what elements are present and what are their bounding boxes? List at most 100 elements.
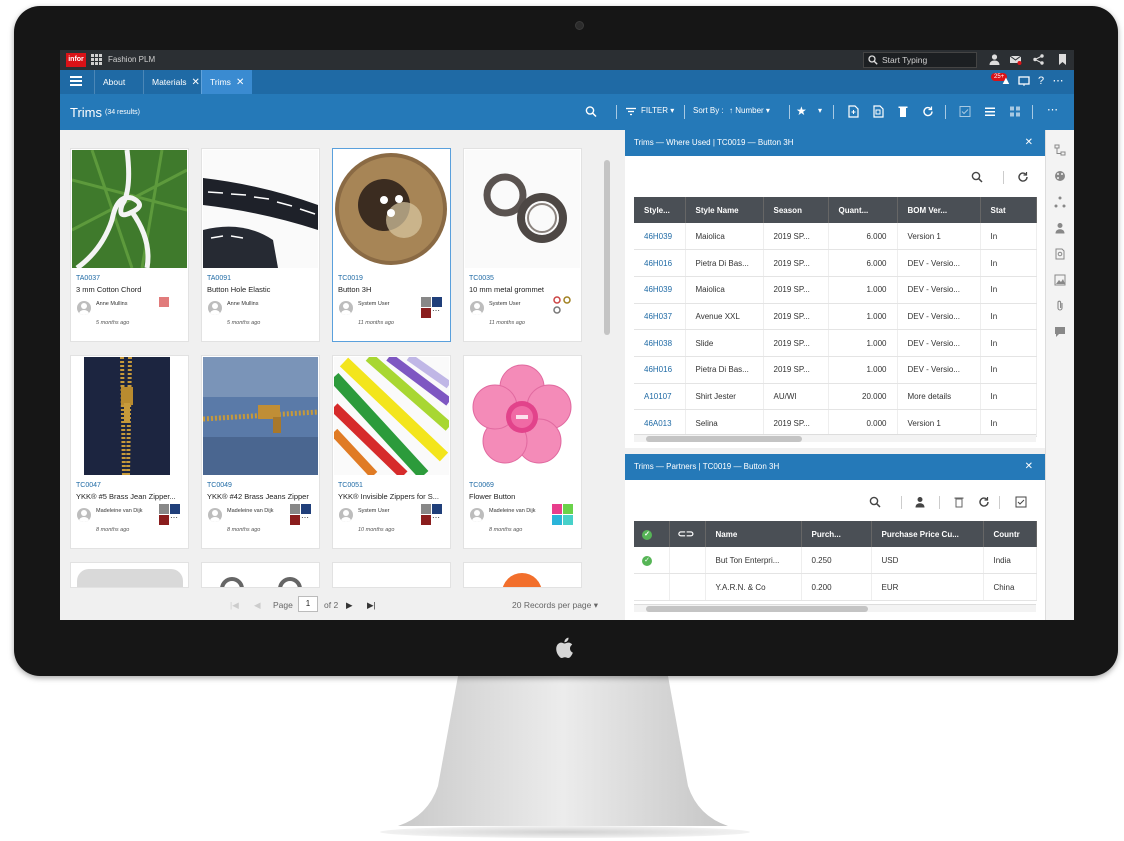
row-status-cell[interactable]: ✓: [634, 547, 670, 575]
prev-page-icon[interactable]: ◀: [254, 600, 261, 611]
refresh-icon[interactable]: [978, 496, 990, 508]
close-icon[interactable]: ✕: [236, 77, 244, 88]
table-row[interactable]: 46H039 Maiolica 2019 SP... 1.000 DEV - Versi…: [634, 276, 1037, 304]
attachment-icon[interactable]: [1054, 300, 1066, 312]
search-icon[interactable]: [971, 171, 983, 183]
column-header[interactable]: Stat: [980, 197, 1037, 223]
more-colors-icon[interactable]: ⋯: [432, 513, 440, 522]
hierarchy-icon[interactable]: [1054, 144, 1066, 156]
style-link[interactable]: 46H039: [634, 223, 686, 251]
card-code[interactable]: TC0019: [338, 275, 363, 282]
search-icon[interactable]: [585, 105, 597, 118]
filter-button[interactable]: FILTER ▾: [641, 106, 674, 115]
card-tc0069[interactable]: TC0069 Flower Button Madeleine van Dijk …: [463, 355, 582, 549]
card-code[interactable]: TC0049: [207, 482, 232, 489]
refresh-icon[interactable]: [1017, 171, 1029, 183]
help-icon[interactable]: ?: [1035, 75, 1047, 87]
close-icon[interactable]: ✕: [191, 77, 199, 88]
share-icon[interactable]: [1032, 53, 1045, 66]
card-ta0037[interactable]: TA0037 3 mm Cotton Chord Anne Mullins 5 …: [70, 148, 189, 342]
user-icon[interactable]: [1054, 222, 1066, 234]
style-link[interactable]: 46A013: [634, 409, 686, 437]
horizontal-scrollbar[interactable]: [634, 604, 1036, 612]
trash-icon[interactable]: [897, 105, 909, 118]
column-header[interactable]: Purchase Price Cu...: [871, 521, 984, 547]
style-link[interactable]: 46H039: [634, 276, 686, 304]
more-colors-icon[interactable]: ⋯: [432, 306, 440, 315]
more-colors-icon[interactable]: ⋯: [170, 513, 178, 522]
card-tc0049[interactable]: TC0049 YKK® #42 Brass Jeans Zipper Madel…: [201, 355, 320, 549]
last-page-icon[interactable]: ▶|: [367, 600, 376, 611]
card-code[interactable]: TC0047: [76, 482, 101, 489]
records-per-page[interactable]: 20 Records per page ▾: [512, 600, 598, 611]
row-status-cell[interactable]: [634, 573, 670, 601]
trash-icon[interactable]: [953, 496, 965, 508]
style-link[interactable]: 46H038: [634, 329, 686, 357]
table-row[interactable]: 46H016 Pietra Di Bas... 2019 SP... 1.000 DEV…: [634, 356, 1037, 384]
style-link[interactable]: 46H016: [634, 249, 686, 277]
grid-scrollbar[interactable]: [603, 150, 611, 590]
checkbox-icon[interactable]: [959, 105, 971, 118]
card-ta0091[interactable]: TA0091 Button Hole Elastic Anne Mullins …: [201, 148, 320, 342]
link-column[interactable]: ⊂⊃: [669, 521, 706, 547]
table-row[interactable]: A10107 Shirt Jester AU/WI 20.000 More detail…: [634, 383, 1037, 411]
sort-field-button[interactable]: ↑ Number ▾: [729, 106, 770, 115]
search-icon[interactable]: [869, 496, 881, 508]
document-search-icon[interactable]: [1054, 248, 1066, 260]
close-icon[interactable]: ✕: [1025, 130, 1033, 156]
first-page-icon[interactable]: |◀: [230, 600, 239, 611]
refresh-icon[interactable]: [922, 105, 934, 118]
filter-icon[interactable]: [625, 105, 637, 118]
star-icon[interactable]: ★: [796, 104, 807, 118]
table-row[interactable]: 46H038 Slide 2019 SP... 1.000 DEV - Versio..…: [634, 329, 1037, 357]
column-header[interactable]: Name: [705, 521, 802, 547]
card-partial[interactable]: [70, 562, 189, 588]
more-colors-icon[interactable]: ⋯: [301, 513, 309, 522]
column-header[interactable]: Season: [763, 197, 829, 223]
global-search-input[interactable]: Start Typing: [863, 52, 977, 68]
mail-icon[interactable]: [1009, 53, 1022, 66]
scrollbar-thumb[interactable]: [646, 606, 868, 612]
column-header[interactable]: BOM Ver...: [897, 197, 981, 223]
horizontal-scrollbar[interactable]: [634, 434, 1036, 442]
card-code[interactable]: TC0051: [338, 482, 363, 489]
column-header[interactable]: Style Name: [685, 197, 764, 223]
select-all-column[interactable]: ✓: [634, 521, 670, 547]
table-row[interactable]: 46H037 Avenue XXL 2019 SP... 1.000 DEV - Ver…: [634, 303, 1037, 331]
table-row[interactable]: 46H016 Pietra Di Bas... 2019 SP... 6.000 DEV…: [634, 249, 1037, 277]
user-icon[interactable]: [988, 53, 1001, 66]
tab-materials[interactable]: Materials ✕: [143, 70, 208, 94]
card-partial[interactable]: [463, 562, 582, 588]
card-code[interactable]: TC0069: [469, 482, 494, 489]
list-view-icon[interactable]: [984, 105, 996, 118]
table-row[interactable]: 46H039 Maiolica 2019 SP... 6.000 Version 1 In: [634, 223, 1037, 251]
card-partial[interactable]: [332, 562, 451, 588]
table-row[interactable]: Y.A.R.N. & Co 0.200 EUR China: [634, 573, 1037, 601]
tab-trims[interactable]: Trims ✕: [201, 70, 253, 94]
infor-logo[interactable]: infor: [66, 53, 86, 67]
app-switcher-icon[interactable]: [91, 54, 102, 65]
card-partial[interactable]: [201, 562, 320, 588]
table-row[interactable]: 46A013 Selina 2019 SP... 0.000 Version 1 In: [634, 409, 1037, 437]
comment-icon[interactable]: [1054, 326, 1066, 338]
card-code[interactable]: TA0037: [76, 275, 100, 282]
monitor-icon[interactable]: [1018, 75, 1030, 87]
checkbox-icon[interactable]: [1015, 496, 1027, 508]
next-page-icon[interactable]: ▶: [346, 600, 353, 611]
tab-about[interactable]: About: [94, 70, 133, 94]
menu-icon[interactable]: [70, 76, 82, 86]
grid-view-icon[interactable]: [1009, 105, 1021, 118]
new-document-icon[interactable]: [847, 105, 859, 118]
chevron-down-icon[interactable]: ▾: [818, 106, 822, 115]
card-tc0051[interactable]: TC0051 YKK® Invisible Zippers for S... S…: [332, 355, 451, 549]
card-tc0047[interactable]: TC0047 YKK® #5 Brass Jean Zipper... Made…: [70, 355, 189, 549]
column-header[interactable]: Countr: [983, 521, 1037, 547]
palette-icon[interactable]: [1054, 170, 1066, 182]
user-icon[interactable]: [914, 496, 926, 508]
bookmark-icon[interactable]: [1056, 53, 1069, 66]
style-link[interactable]: A10107: [634, 383, 686, 411]
card-tc0019[interactable]: TC0019 Button 3H System User 11 months a…: [332, 148, 451, 342]
table-row[interactable]: ✓ But Ton Enterpri... 0.250 USD India: [634, 547, 1037, 575]
column-header[interactable]: Quant...: [828, 197, 898, 223]
scrollbar-thumb[interactable]: [646, 436, 802, 442]
